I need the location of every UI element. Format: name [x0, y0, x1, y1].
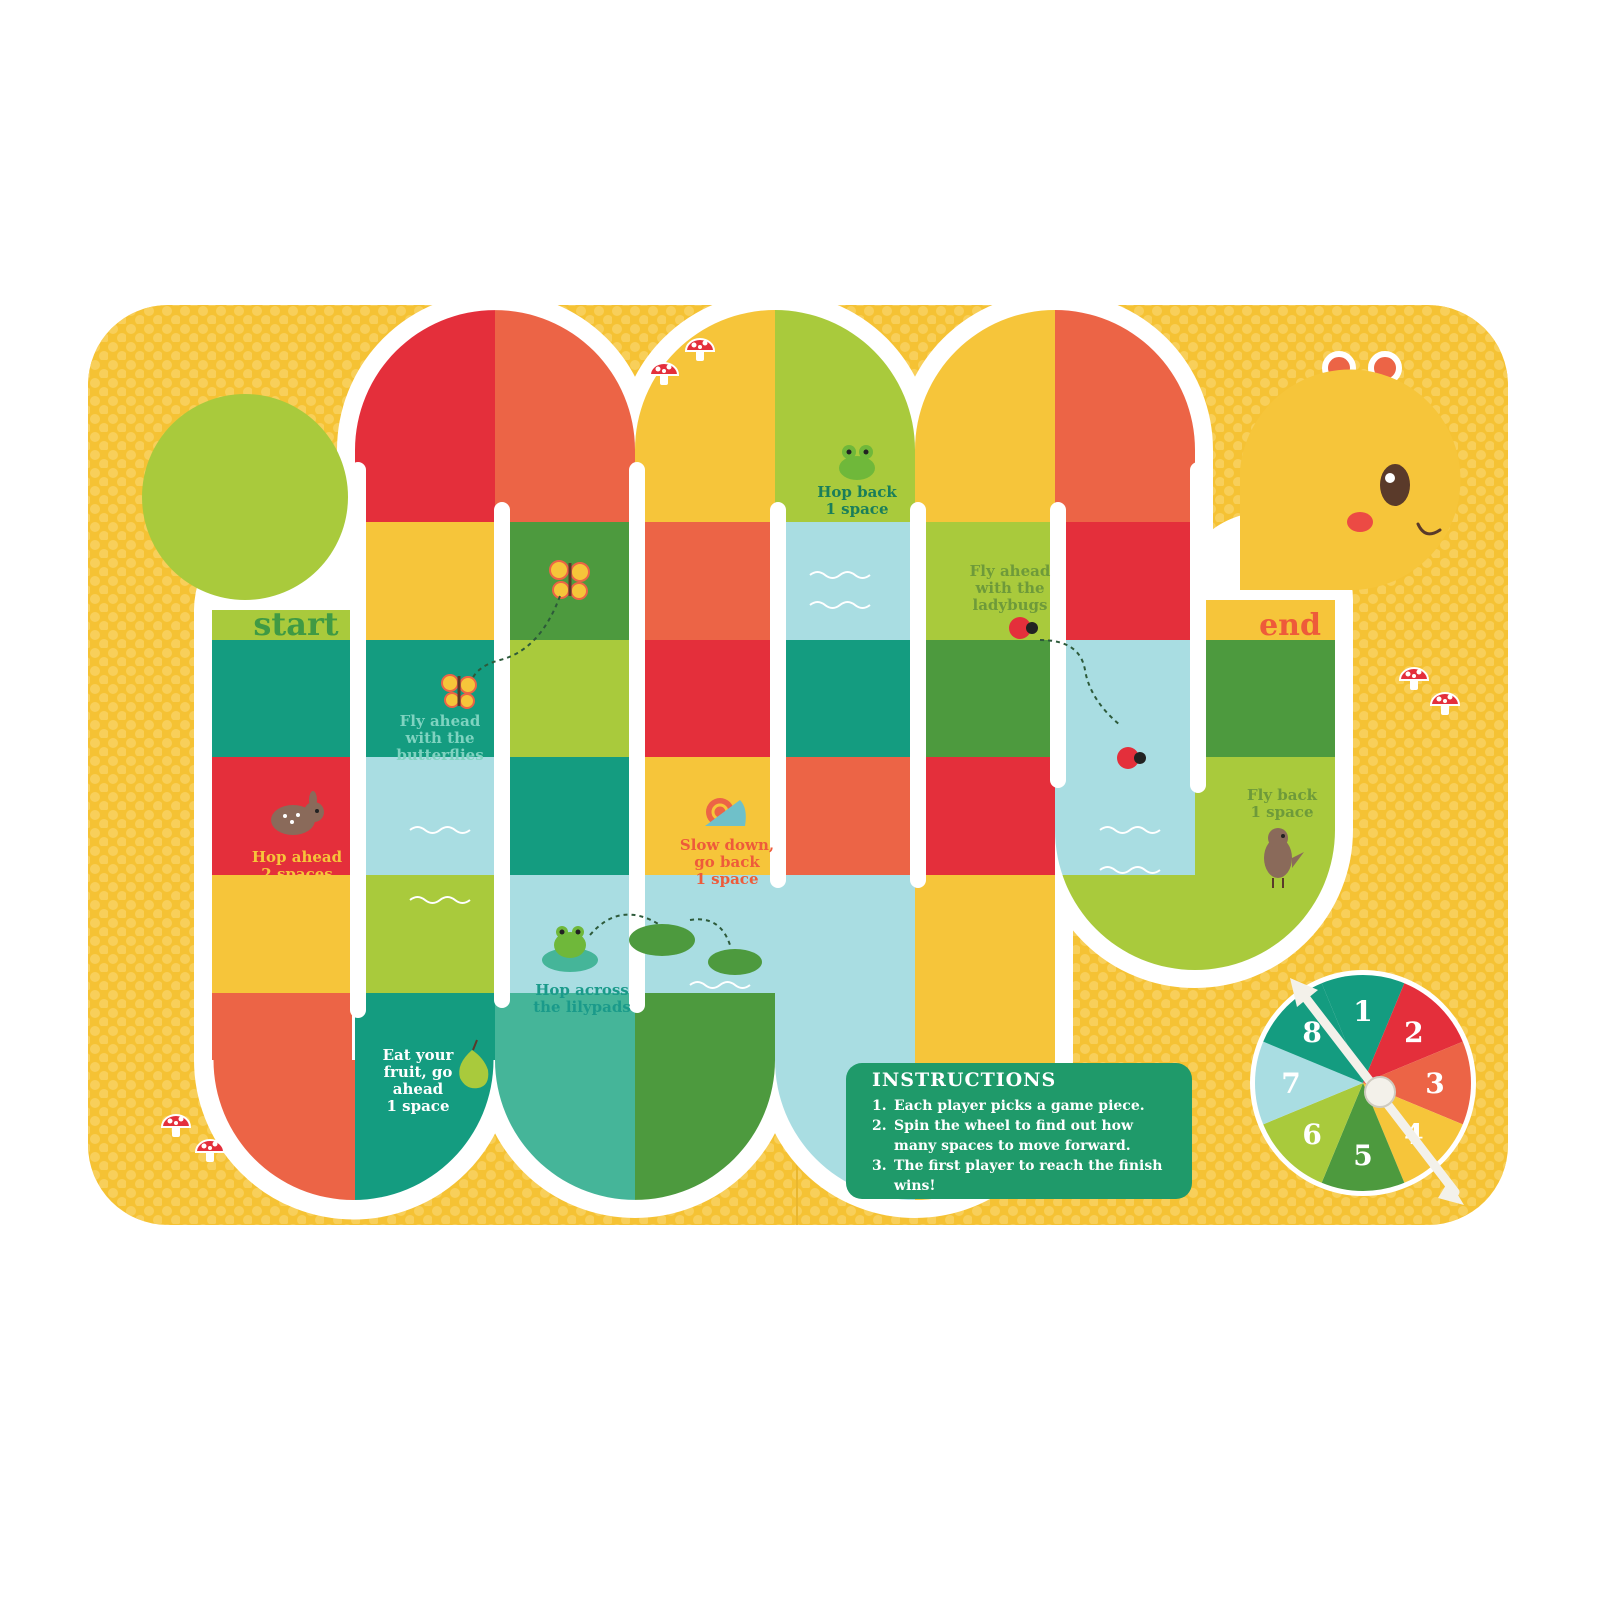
- spinner-number: 3: [1425, 1067, 1444, 1100]
- worm-eye: [1380, 464, 1410, 506]
- butterfly-icon: [441, 674, 477, 709]
- instruction-step: 1. Each player picks a game piece.: [872, 1098, 1145, 1114]
- lilypad-icon: [629, 924, 695, 956]
- space-label-butterflies: Fly ahead with the butterflies: [396, 712, 483, 764]
- game-board: start end Hop ahead 2 spaces Fly ahead w…: [88, 292, 1508, 1225]
- space-label-hop-back: Hop back 1 space: [817, 483, 897, 518]
- lilypad-icon: [708, 949, 762, 975]
- space-label-fruit: Eat your fruit, go ahead 1 space: [383, 1046, 455, 1115]
- spinner-number: 7: [1281, 1067, 1300, 1100]
- instructions-panel: INSTRUCTIONS 1. Each player picks a game …: [846, 1063, 1192, 1199]
- worm-cheek: [1347, 512, 1373, 532]
- spinner-number: 1: [1353, 995, 1372, 1028]
- start-circle: [142, 394, 348, 600]
- spinner-pin: [1364, 1076, 1396, 1108]
- start-label: start: [253, 605, 338, 643]
- snail-icon: [705, 798, 746, 826]
- instruction-step: 2. Spin the wheel to find out how many sp…: [872, 1118, 1134, 1154]
- instruction-step: 3. The first player to reach the finish w…: [872, 1158, 1163, 1194]
- spinner-number: 6: [1302, 1118, 1321, 1151]
- space-label-lilypads: Hop across the lilypads: [533, 981, 631, 1016]
- end-label: end: [1259, 608, 1321, 643]
- space-label-fly-back: Fly back 1 space: [1247, 786, 1318, 821]
- instructions-list: 1. Each player picks a game piece. 2. Spin…: [872, 1096, 1180, 1196]
- space-label-ladybugs: Fly ahead with the ladybugs: [970, 562, 1051, 614]
- spinner-number: 2: [1404, 1016, 1423, 1049]
- instructions-title: INSTRUCTIONS: [872, 1069, 1057, 1091]
- space-label-hop-ahead: Hop ahead 2 spaces: [252, 848, 343, 883]
- spinner-number: 5: [1353, 1139, 1372, 1172]
